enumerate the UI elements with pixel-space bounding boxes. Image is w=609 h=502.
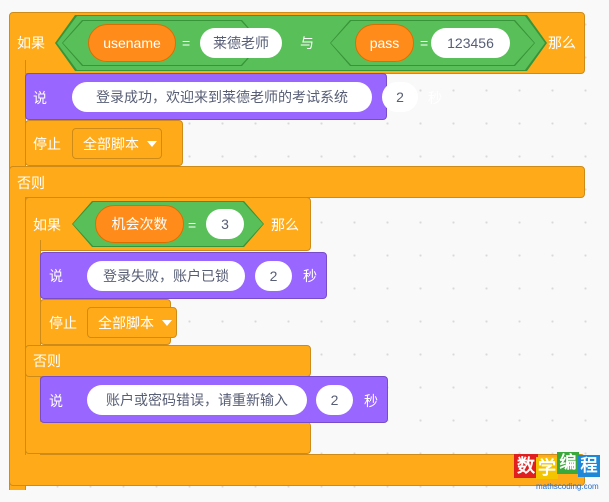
if-label: 如果 [17, 35, 45, 51]
value-field[interactable]: 3 [206, 209, 244, 239]
secs-field[interactable]: 2 [255, 261, 292, 291]
else-label: 否则 [17, 175, 45, 191]
say-label: 说 [49, 393, 63, 409]
stop-option-dropdown[interactable]: 全部脚本 [87, 307, 177, 338]
inner-else-bar[interactable] [25, 345, 311, 377]
logo: 数 学 编 程 mathscoding.com [514, 452, 602, 494]
logo-tile: 学 [536, 457, 558, 479]
caret-down-icon [162, 319, 172, 326]
logo-tile: 程 [578, 455, 600, 477]
logo-tile: 数 [514, 454, 538, 478]
secs-unit: 秒 [303, 268, 317, 284]
dropdown-value: 全部脚本 [98, 314, 154, 331]
then-label: 那么 [271, 217, 299, 233]
message-field[interactable]: 登录失败，账户已锁 [87, 261, 245, 291]
message-field[interactable]: 账户或密码错误，请重新输入 [87, 385, 307, 415]
stop-label: 停止 [33, 136, 61, 152]
variable-usename[interactable]: usename [88, 24, 176, 62]
say-label: 说 [33, 90, 47, 106]
caret-down-icon [147, 140, 157, 147]
value-field[interactable]: 123456 [431, 28, 510, 58]
value-field[interactable]: 莱德老师 [200, 28, 282, 58]
dropdown-value: 全部脚本 [83, 135, 139, 152]
if-label: 如果 [33, 217, 61, 233]
outer-else-bar[interactable] [9, 166, 585, 198]
secs-unit: 秒 [364, 393, 378, 409]
secs-field[interactable]: 2 [382, 82, 418, 112]
logo-url: mathscoding.com [536, 482, 599, 491]
equals-sign: = [188, 217, 197, 233]
equals-sign: = [182, 35, 191, 51]
then-label: 那么 [548, 35, 576, 51]
secs-unit: 秒 [428, 90, 442, 106]
message-field[interactable]: 登录成功，欢迎来到莱德老师的考试系统 [72, 82, 372, 112]
equals-sign: = [420, 35, 429, 51]
secs-field[interactable]: 2 [316, 385, 353, 415]
else-label: 否则 [33, 353, 61, 369]
outer-if-footer[interactable] [9, 454, 585, 486]
stop-label: 停止 [49, 315, 77, 331]
arm-fill [10, 170, 25, 470]
logo-tile: 编 [557, 452, 579, 474]
variable-chances[interactable]: 机会次数 [95, 205, 184, 243]
and-label: 与 [300, 35, 314, 51]
say-label: 说 [49, 268, 63, 284]
inner-if-footer[interactable] [25, 422, 311, 454]
variable-pass[interactable]: pass [355, 24, 414, 62]
stop-option-dropdown[interactable]: 全部脚本 [72, 128, 162, 159]
